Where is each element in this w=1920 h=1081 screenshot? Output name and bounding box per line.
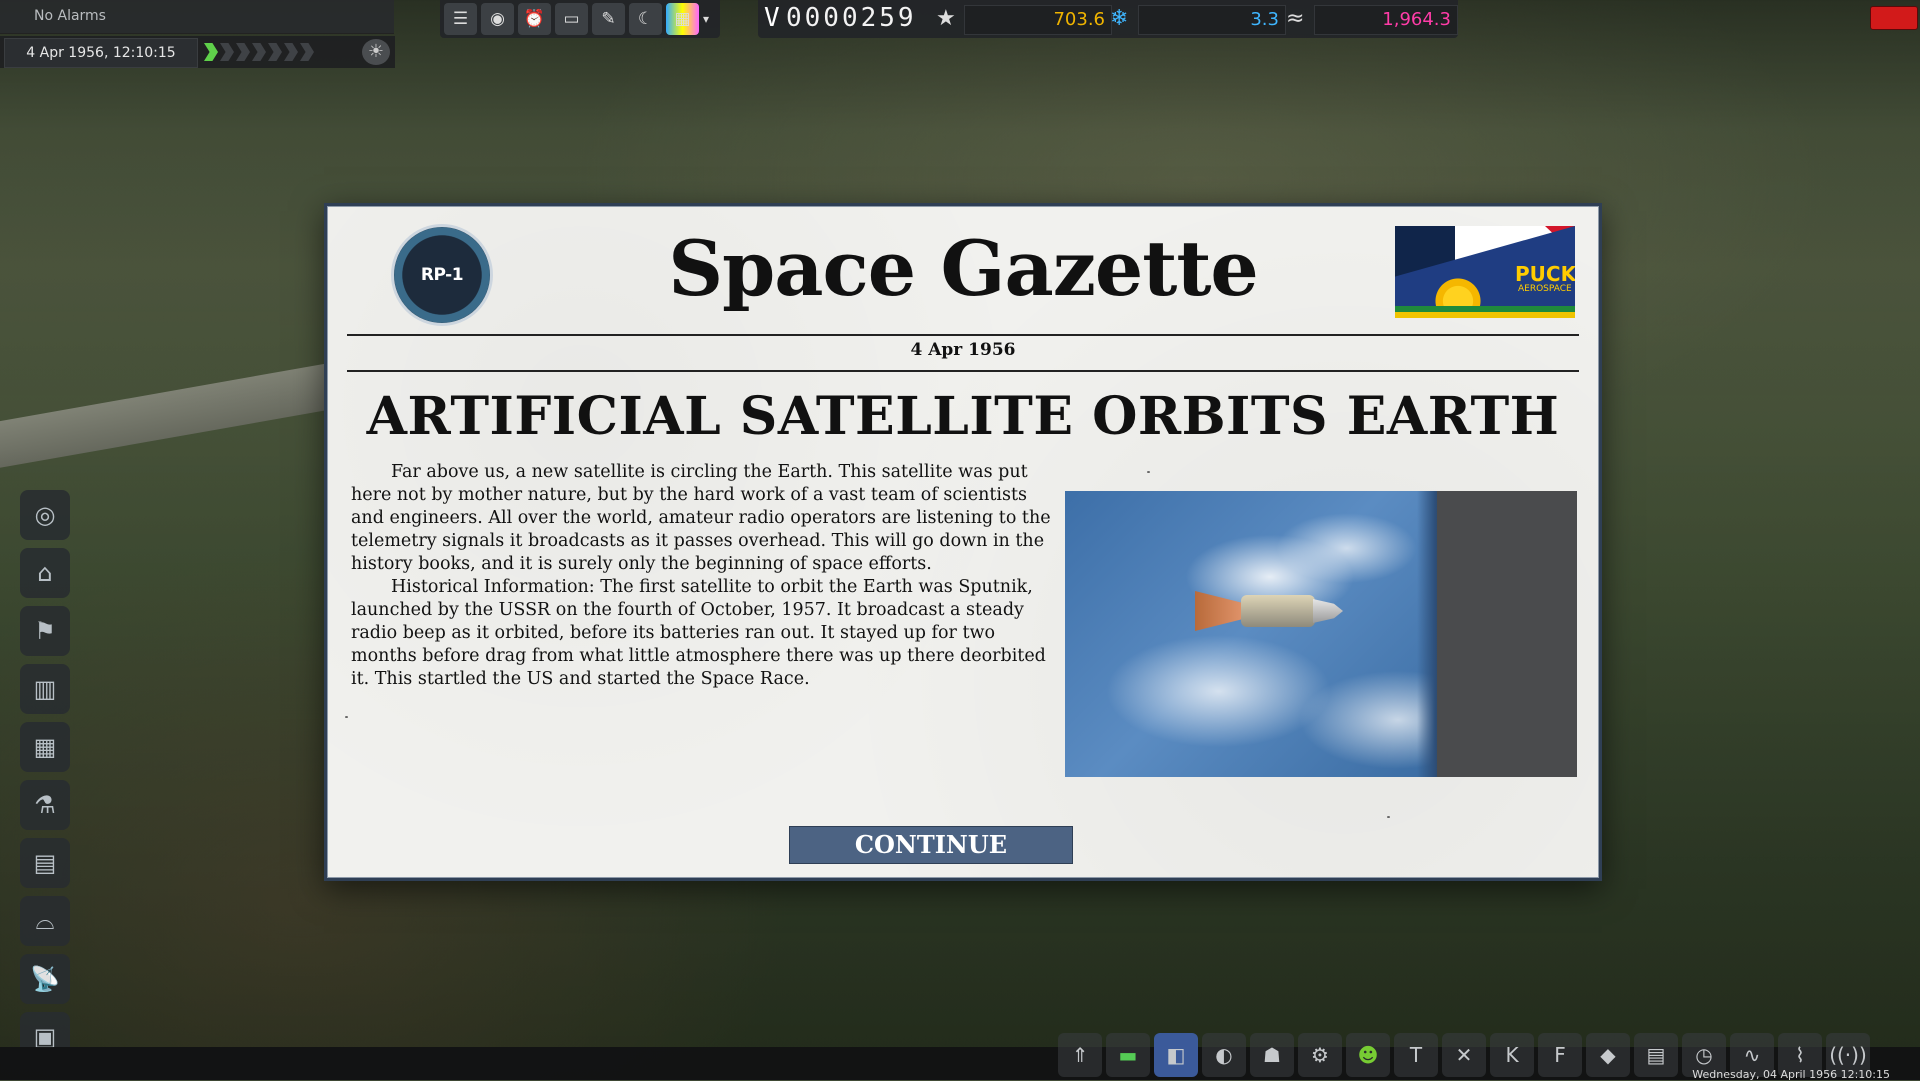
map-icon[interactable]: ◧	[1154, 1033, 1198, 1077]
logo-subtext: AEROSPACE	[1518, 284, 1572, 294]
alarm-bar[interactable]: No Alarms	[0, 0, 394, 34]
article-body: Far above us, a new satellite is circlin…	[351, 461, 1051, 691]
funds-panel: V 0000259 ★ 703.6 ❄ 3.3 ≈ 1,964.3	[758, 0, 1458, 38]
clipboard-icon[interactable]: ☰	[444, 3, 477, 35]
funds-value: 0000259	[786, 3, 917, 33]
book-icon[interactable]: ▤	[1634, 1033, 1678, 1077]
paper-speck	[1147, 471, 1150, 473]
warp-arrow-icon[interactable]	[204, 43, 218, 61]
moon-icon[interactable]: ☾	[629, 3, 662, 35]
antenna-icon[interactable]: 📡	[20, 954, 70, 1004]
satellite-photo	[1065, 491, 1577, 777]
runway-icon[interactable]: ⌓	[20, 896, 70, 946]
nozzle-shape	[1195, 591, 1243, 631]
time-warp-bar: 4 Apr 1956, 12:10:15 ☀	[0, 36, 395, 68]
alarm-text: No Alarms	[34, 8, 106, 24]
warp-arrow-icon[interactable]	[284, 43, 298, 61]
diamond-icon[interactable]: ◆	[1586, 1033, 1630, 1077]
vehicle-assembly-icon[interactable]: ▥	[20, 664, 70, 714]
science-value: 3.3	[1138, 5, 1286, 35]
wrench-icon[interactable]: ✕	[1442, 1033, 1486, 1077]
facility-sidebar: ◎ ⌂ ⚑ ▥ ▦ ⚗ ▤ ⌓ 📡 ▣	[20, 490, 70, 1070]
kerbal-icon[interactable]: ☻	[1346, 1033, 1390, 1077]
reputation-value: 703.6	[964, 5, 1112, 35]
logo-yellow-stripe	[1395, 312, 1575, 318]
newspaper-date: 4 Apr 1956	[910, 340, 1016, 360]
chevron-down-icon[interactable]: ▾	[703, 12, 709, 26]
snowflake-icon: ❄	[1110, 6, 1129, 31]
navball-icon[interactable]: ◐	[1202, 1033, 1246, 1077]
game-clock: 4 Apr 1956, 12:10:15	[4, 38, 198, 68]
newspaper-dialog: RP-1 Space Gazette PUCK AEROSPACE 4 Apr …	[324, 203, 1602, 881]
gear-icon[interactable]: ⚙	[1298, 1033, 1342, 1077]
robot-icon[interactable]: ☗	[1250, 1033, 1294, 1077]
system-datetime: Wednesday, 04 April 1956 12:10:15	[1692, 1068, 1890, 1081]
wave-icon: ≈	[1286, 6, 1305, 31]
astronaut-complex-icon[interactable]: ◎	[20, 490, 70, 540]
puck-aerospace-logo: PUCK AEROSPACE	[1395, 226, 1575, 318]
warp-arrow-icon[interactable]	[220, 43, 234, 61]
top-toolbar: ☰ ◉ ⏰ ▭ ✎ ☾ ▦ ▾	[440, 0, 720, 38]
star-icon: ★	[936, 6, 956, 31]
globe-icon[interactable]: ◉	[481, 3, 514, 35]
mission-control-icon[interactable]: ⌂	[20, 548, 70, 598]
article-paragraph: Far above us, a new satellite is circlin…	[351, 462, 1051, 574]
satellite-image	[1195, 589, 1345, 633]
continue-button[interactable]: CONTINUE	[789, 826, 1073, 864]
logo-text: PUCK	[1515, 262, 1575, 286]
headline: ARTIFICIAL SATELLITE ORBITS EARTH	[366, 386, 1560, 447]
warp-arrow-icon[interactable]	[252, 43, 266, 61]
divider	[347, 334, 1579, 336]
tweakscale-icon[interactable]: T	[1394, 1033, 1438, 1077]
funds-symbol: V	[764, 3, 780, 33]
warp-arrow-icon[interactable]	[236, 43, 250, 61]
kac-icon[interactable]: K	[1490, 1033, 1534, 1077]
research-icon[interactable]: ⚗	[20, 780, 70, 830]
pen-icon[interactable]: ✎	[592, 3, 625, 35]
stack-icon[interactable]: ▬	[1106, 1033, 1150, 1077]
confidence-value: 1,964.3	[1314, 5, 1458, 35]
camera-icon[interactable]: ▭	[555, 3, 588, 35]
paper-speck	[1387, 816, 1390, 818]
sun-icon[interactable]: ☀	[362, 39, 390, 65]
spaceplane-hangar-icon[interactable]: ▦	[20, 722, 70, 772]
space-background	[1437, 491, 1577, 777]
time-warp-arrows[interactable]	[204, 43, 314, 61]
tip-shape	[1313, 599, 1343, 623]
tracking-station-icon[interactable]: ⚑	[20, 606, 70, 656]
close-app-button[interactable]	[1870, 6, 1918, 30]
rocket-icon[interactable]: ⇑	[1058, 1033, 1102, 1077]
alarm-clock-icon[interactable]: ⏰	[518, 3, 551, 35]
palette-icon[interactable]: ▦	[666, 3, 699, 35]
far-icon[interactable]: F	[1538, 1033, 1582, 1077]
body-shape	[1241, 595, 1315, 627]
warp-arrow-icon[interactable]	[300, 43, 314, 61]
launchpad-icon[interactable]: ▤	[20, 838, 70, 888]
divider	[347, 370, 1579, 372]
warp-arrow-icon[interactable]	[268, 43, 282, 61]
article-paragraph: Historical Information: The first satell…	[351, 577, 1046, 689]
paper-speck	[345, 716, 348, 718]
